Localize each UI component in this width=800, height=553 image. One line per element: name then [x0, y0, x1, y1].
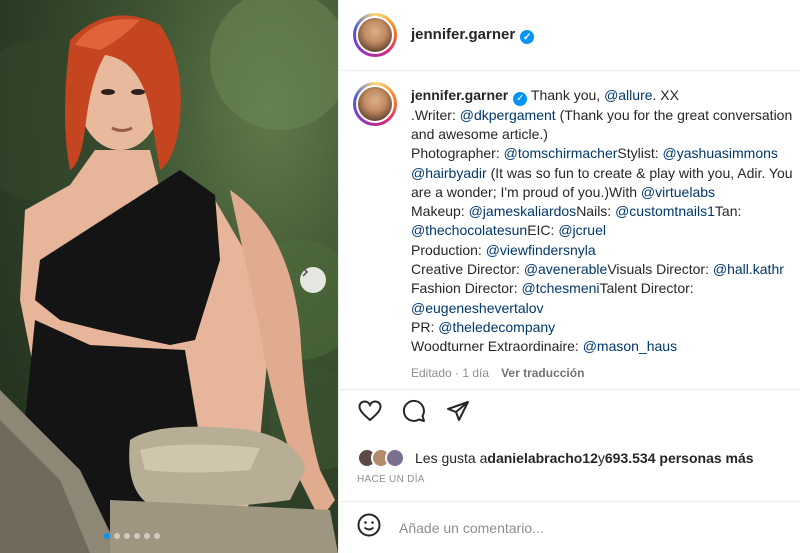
- comment-icon: [402, 399, 426, 428]
- caption-text: (Thank you for the great conversation: [555, 106, 793, 123]
- caption-text: Visuals Director:: [607, 261, 713, 278]
- caption-text: Makeup:: [411, 203, 469, 220]
- caption-line: @thechocolatesunEIC: @jcruel: [411, 221, 800, 240]
- photo-illustration: [0, 0, 338, 553]
- caption-mention-link[interactable]: @jameskaliardos: [469, 203, 577, 219]
- share-icon: [446, 399, 470, 428]
- likes-summary: Les gusta a danielabracho12 y 693.534 pe…: [357, 448, 754, 468]
- carousel-next-button[interactable]: [300, 267, 326, 293]
- caption-line: .Writer: @dkpergament (Thank you for the…: [411, 106, 800, 125]
- caption-mention-link[interactable]: @yashuasimmons: [663, 145, 778, 161]
- comment-button[interactable]: [401, 399, 427, 428]
- caption-text: Nails:: [576, 203, 616, 220]
- header-username[interactable]: jennifer.garner ✓: [411, 26, 535, 45]
- verified-badge-icon: ✓: [513, 91, 528, 106]
- caption-text: EIC:: [527, 222, 559, 239]
- caption-text: PR:: [411, 318, 439, 335]
- emoji-icon[interactable]: [357, 513, 381, 542]
- header-username-text[interactable]: jennifer.garner: [411, 26, 515, 43]
- caption-text: Thank you,: [527, 87, 605, 103]
- verified-badge-icon: ✓: [520, 30, 535, 45]
- caption-text: Woodturner Extraordinaire:: [411, 338, 583, 355]
- like-button[interactable]: [357, 400, 383, 427]
- caption-mention-link[interactable]: @customtnails1: [615, 203, 715, 219]
- carousel-dot: [124, 533, 130, 539]
- liker-avatars[interactable]: [357, 448, 405, 468]
- action-bar: [339, 389, 800, 437]
- caption-text: Photographer:: [411, 145, 504, 162]
- caption-line: Fashion Director: @tchesmeniTalent Direc…: [411, 279, 800, 298]
- comment-input[interactable]: Añade un comentario...: [399, 520, 544, 536]
- caption-text: are a wonder; I'm proud of you.)With: [411, 183, 641, 200]
- caption-line: Creative Director: @avenerableVisuals Di…: [411, 260, 800, 279]
- caption-mention-link[interactable]: @mason_haus: [583, 338, 677, 354]
- caption-text: Talent Director:: [599, 280, 694, 297]
- caption-line: @hairbyadir (It was so fun to create & p…: [411, 164, 800, 183]
- carousel-dot: [154, 533, 160, 539]
- caption-mention-link[interactable]: @theledecompany: [438, 319, 555, 335]
- liker-avatar: [385, 448, 405, 468]
- caption-line: and awesome article.): [411, 125, 800, 144]
- share-button[interactable]: [445, 401, 471, 427]
- caption-line: Woodturner Extraordinaire: @mason_haus: [411, 337, 800, 356]
- caption-text: (It was so fun to create & play with you…: [486, 164, 793, 181]
- heart-icon: [358, 400, 382, 427]
- caption-mention-link[interactable]: @dkpergament: [460, 107, 556, 123]
- caption-line: Production: @viewfindersnyla: [411, 241, 800, 260]
- post-header: jennifer.garner ✓: [339, 0, 800, 71]
- caption-text: Creative Director:: [411, 261, 524, 278]
- comment-bar: Añade un comentario...: [339, 501, 800, 553]
- caption-text: Production:: [411, 241, 486, 258]
- caption-text: Tan:: [714, 203, 742, 220]
- caption-line: Photographer: @tomschirmacherStylist: @y…: [411, 144, 800, 163]
- caption-mention-link[interactable]: @virtuelabs: [641, 184, 715, 200]
- caption-area: jennifer.garner ✓ Thank you, @allure. XX.…: [339, 72, 800, 387]
- edited-label: Editado · 1 día: [411, 366, 490, 380]
- caption-mention-link[interactable]: @hall.kathr: [713, 261, 784, 277]
- carousel-dot: [134, 533, 140, 539]
- likes-prefix: Les gusta a: [415, 450, 488, 466]
- caption-text: .Writer:: [411, 106, 460, 123]
- caption-line: Makeup: @jameskaliardosNails: @customtna…: [411, 202, 800, 221]
- caption-mention-link[interactable]: @eugeneshevertalov: [411, 300, 544, 316]
- likes-count-link[interactable]: 693.534 personas más: [605, 450, 754, 466]
- caption-text: and awesome article.): [411, 125, 548, 142]
- post-photo[interactable]: [0, 0, 338, 553]
- carousel-dot: [104, 533, 110, 539]
- caption-mention-link[interactable]: @jcruel: [558, 222, 606, 238]
- carousel-dot: [114, 533, 120, 539]
- caption-text: Stylist:: [617, 145, 663, 162]
- post-caption: jennifer.garner ✓ Thank you, @allure. XX.…: [411, 86, 800, 357]
- caption-mention-link[interactable]: @hairbyadir: [411, 165, 487, 181]
- caption-text: . XX: [652, 87, 679, 103]
- caption-line: @eugeneshevertalov: [411, 299, 800, 318]
- see-translation-link[interactable]: Ver traducción: [501, 366, 584, 380]
- post-timestamp[interactable]: HACE UN DÍA: [357, 474, 425, 485]
- caption-mention-link[interactable]: @tchesmeni: [521, 280, 599, 296]
- caption-text: Fashion Director:: [411, 280, 522, 297]
- likes-user-link[interactable]: danielabracho12: [487, 450, 598, 466]
- post-meta: Editado · 1 día Ver traducción: [411, 366, 584, 380]
- caption-line: PR: @theledecompany: [411, 318, 800, 337]
- likes-middle: y: [597, 450, 605, 466]
- caption-mention-link[interactable]: @viewfindersnyla: [486, 242, 596, 258]
- carousel-dot: [144, 533, 150, 539]
- caption-avatar[interactable]: [353, 82, 397, 126]
- post-side-panel: jennifer.garner ✓ jennifer.garner ✓ Thank …: [338, 0, 800, 553]
- caption-mention-link[interactable]: @thechocolatesun: [411, 222, 527, 238]
- caption-mention-link[interactable]: @tomschirmacher: [504, 145, 618, 161]
- caption-username[interactable]: jennifer.garner: [411, 87, 508, 103]
- caption-mention-link[interactable]: @avenerable: [524, 261, 608, 277]
- header-avatar[interactable]: [353, 13, 397, 57]
- caption-mention-link[interactable]: @allure: [604, 87, 652, 103]
- caption-line: jennifer.garner ✓ Thank you, @allure. XX: [411, 86, 800, 106]
- carousel-dots: [104, 533, 160, 539]
- caption-line: are a wonder; I'm proud of you.)With @vi…: [411, 183, 800, 202]
